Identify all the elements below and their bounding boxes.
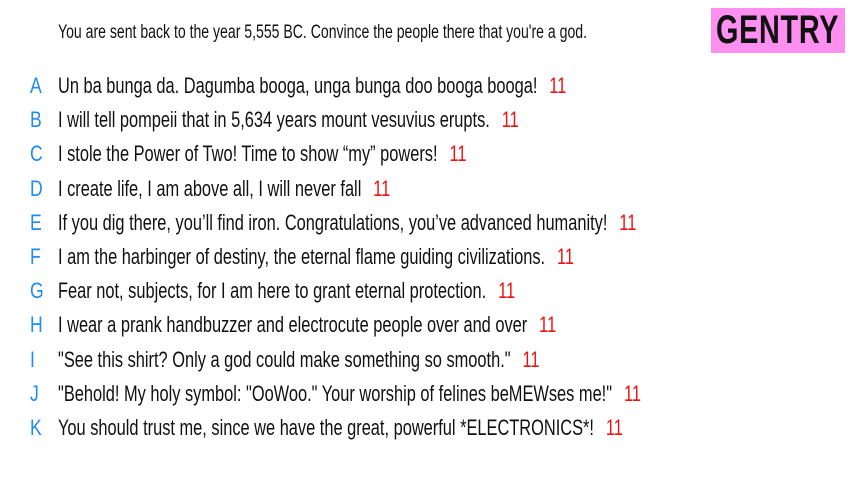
answer-text: I will tell pompeii that in 5,634 years … [58,107,490,133]
answer-score: 11 [623,380,641,406]
answer-text: If you dig there, you’ll find iron. Cong… [58,209,608,235]
answer-row: H I wear a prank handbuzzer and electrocu… [0,312,853,342]
answer-score: 11 [449,141,467,167]
answer-text: Fear not, subjects, for I am here to gra… [58,278,487,304]
answer-row: E If you dig there, you’ll find iron. Con… [0,210,853,240]
answer-score: 11 [522,346,540,372]
answer-row: A Un ba bunga da. Dagumba booga, unga bun… [0,73,853,103]
answer-row: C I stole the Power of Two! Time to show … [0,141,853,171]
answer-row: K You should trust me, since we have the … [0,415,853,445]
answer-text: I wear a prank handbuzzer and electrocut… [58,312,528,338]
answer-text: I stole the Power of Two! Time to show “… [58,141,438,167]
answer-line: I stole the Power of Two! Time to show “… [58,141,466,167]
prompt-text: You are sent back to the year 5,555 BC. … [58,22,587,43]
answer-letter: J [30,380,39,406]
player-badge: GENTRY [711,8,845,53]
answer-score: 11 [501,107,519,133]
answer-letter: A [30,73,42,98]
player-name: GENTRY [716,8,840,52]
answer-letter: C [30,141,43,167]
answer-line: I am the harbinger of destiny, the etern… [58,244,574,270]
answer-letter: B [30,107,42,133]
answer-letter: F [30,244,41,269]
answer-letter: D [30,175,43,201]
answer-row: B I will tell pompeii that in 5,634 years… [0,107,853,137]
answer-score: 11 [619,209,637,235]
answer-row: D I create life, I am above all, I will n… [0,176,853,206]
answer-text: Un ba bunga da. Dagumba booga, unga bung… [58,73,538,98]
answer-text: "See this shirt? Only a god could make s… [58,346,511,372]
answer-line: Un ba bunga da. Dagumba booga, unga bung… [58,73,566,99]
answer-row: I "See this shirt? Only a god could make … [0,347,853,377]
answer-score: 11 [498,278,516,304]
answer-line: You should trust me, since we have the g… [58,415,623,441]
answer-line: Fear not, subjects, for I am here to gra… [58,278,515,304]
answer-line: "See this shirt? Only a god could make s… [58,347,540,373]
answer-row: G Fear not, subjects, for I am here to gr… [0,278,853,308]
answer-letter: H [30,312,43,338]
answer-line: "Behold! My holy symbol: "OoWoo." Your w… [58,381,641,407]
answer-text: I create life, I am above all, I will ne… [58,175,362,201]
answer-text: You should trust me, since we have the g… [58,415,594,440]
answer-score: 11 [539,312,557,338]
answer-letter: K [30,415,42,440]
answer-line: I will tell pompeii that in 5,634 years … [58,107,519,133]
answer-letter: E [30,209,42,235]
answer-row: J "Behold! My holy symbol: "OoWoo." Your … [0,381,853,411]
answer-text: I am the harbinger of destiny, the etern… [58,244,546,269]
answer-score: 11 [549,73,567,98]
answer-score: 11 [557,244,575,269]
answer-row: F I am the harbinger of destiny, the eter… [0,244,853,274]
answer-line: If you dig there, you’ll find iron. Cong… [58,210,636,236]
answer-line: I create life, I am above all, I will ne… [58,176,390,202]
answer-letter: I [30,346,35,372]
answer-text: "Behold! My holy symbol: "OoWoo." Your w… [58,380,613,406]
answer-score: 11 [605,415,623,440]
answer-line: I wear a prank handbuzzer and electrocut… [58,312,556,338]
answer-score: 11 [373,175,391,201]
answer-letter: G [30,278,44,304]
